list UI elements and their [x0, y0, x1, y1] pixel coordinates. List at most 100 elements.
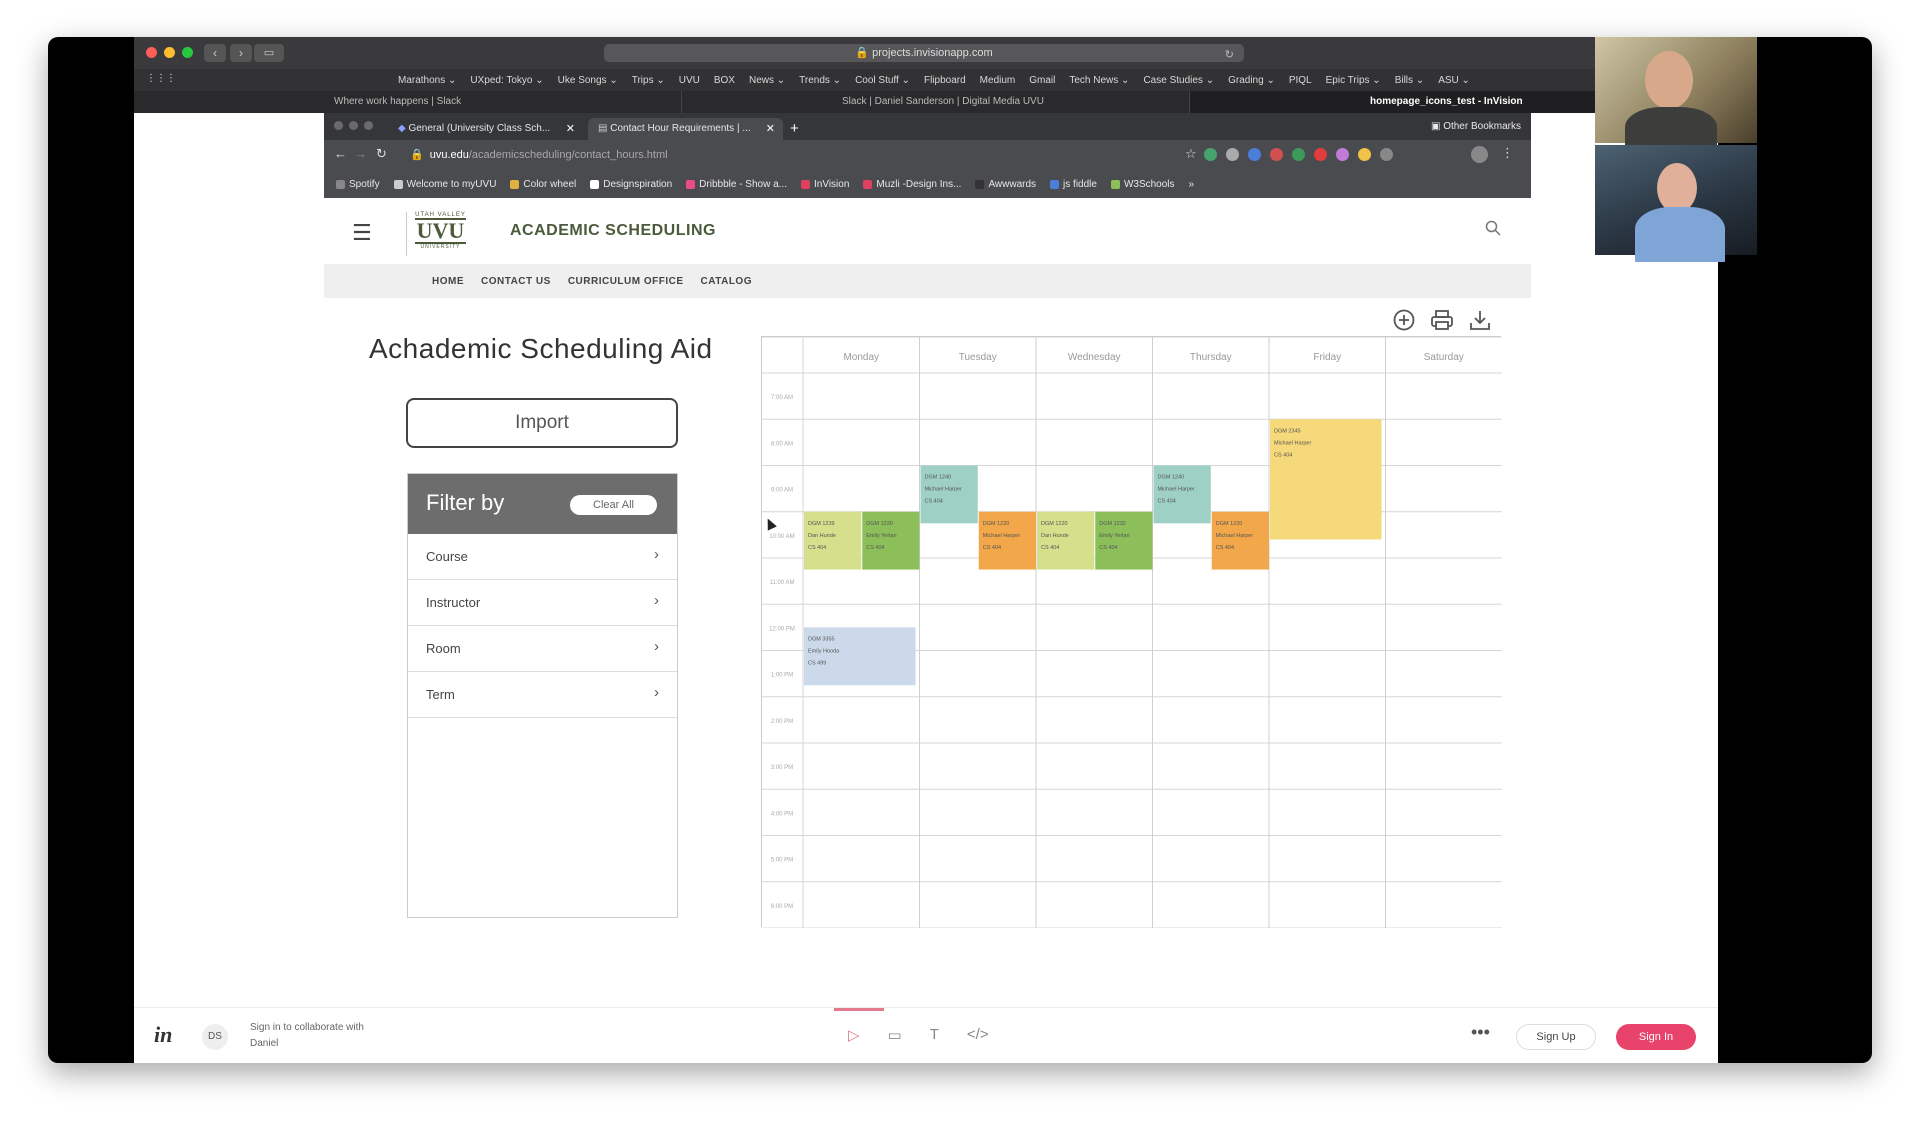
bookmark-item[interactable]: Welcome to myUVU — [393, 178, 497, 190]
search-icon[interactable] — [1485, 220, 1501, 236]
code-icon[interactable]: </> — [967, 1026, 989, 1044]
extension-icon[interactable] — [1292, 148, 1305, 161]
outer-bookmarks-bar: ⋮⋮⋮ Marathons ⌄ UXped: Tokyo ⌄ Uke Songs ⌄… — [134, 69, 1718, 91]
outer-bookmark[interactable]: Cool Stuff ⌄ — [855, 75, 910, 86]
back-icon[interactable]: ‹ — [204, 44, 226, 62]
extension-icon[interactable] — [1248, 148, 1261, 161]
bookmark-item[interactable]: Designspiration — [590, 179, 672, 190]
browser-menu-icon[interactable]: ⋮ — [1501, 145, 1514, 161]
outer-bookmark[interactable]: Medium — [980, 75, 1016, 86]
sign-up-button[interactable]: Sign Up — [1516, 1024, 1596, 1050]
inner-close-icon[interactable] — [334, 121, 343, 130]
bookmark-item[interactable]: Color wheel — [510, 179, 576, 190]
filter-row-instructor[interactable]: Instructor › — [408, 580, 677, 626]
import-button[interactable]: Import — [406, 398, 678, 448]
new-tab-icon[interactable]: + — [790, 118, 799, 140]
print-icon[interactable] — [1430, 308, 1454, 332]
outer-bookmark[interactable]: Trips ⌄ — [632, 75, 665, 86]
apps-grid-icon[interactable]: ⋮⋮⋮ — [146, 73, 176, 84]
close-tab-icon[interactable]: ✕ — [566, 118, 575, 140]
active-indicator — [834, 1008, 884, 1011]
uvu-logo[interactable]: UTAH VALLEY UVU UNIVERSITY — [406, 212, 466, 256]
address-bar[interactable]: 🔒 uvu.edu/academicscheduling/contact_hour… — [410, 145, 1170, 165]
outer-bookmark[interactable]: Flipboard — [924, 75, 966, 86]
site-title[interactable]: ACADEMIC SCHEDULING — [510, 222, 716, 240]
bookmark-item[interactable]: W3Schools — [1110, 179, 1175, 190]
extension-icon[interactable] — [1270, 148, 1283, 161]
nav-home[interactable]: HOME — [432, 276, 464, 287]
outer-tab-slack-dm[interactable]: Slack | Daniel Sanderson | Digital Media… — [682, 91, 1190, 113]
inner-min-icon[interactable] — [349, 121, 358, 130]
outer-bookmark[interactable]: BOX — [714, 75, 735, 86]
filter-row-room[interactable]: Room › — [408, 626, 677, 672]
tab-general[interactable]: ◆ General (University Class Sch... ✕ — [388, 118, 583, 140]
bookmark-item[interactable]: Dribbble - Show a... — [686, 179, 787, 190]
filter-row-term[interactable]: Term › — [408, 672, 677, 718]
add-circle-icon[interactable] — [1392, 308, 1416, 332]
extension-icon[interactable] — [1226, 148, 1239, 161]
text-tool-icon[interactable]: T — [930, 1026, 939, 1044]
outer-bookmark[interactable]: Case Studies ⌄ — [1143, 75, 1214, 86]
outer-bookmark[interactable]: Tech News ⌄ — [1069, 75, 1129, 86]
outer-bookmark[interactable]: News ⌄ — [749, 75, 785, 86]
outer-tab-slack[interactable]: Where work happens | Slack — [134, 91, 682, 113]
outer-bookmark[interactable]: UVU — [679, 75, 700, 86]
more-options-icon[interactable]: ••• — [1471, 1022, 1490, 1043]
bookmark-item[interactable]: Awwwards — [975, 179, 1036, 190]
bookmark-item[interactable]: js fiddle — [1050, 179, 1097, 190]
sign-in-button[interactable]: Sign In — [1616, 1024, 1696, 1050]
preview-play-icon[interactable]: ▷ — [848, 1026, 860, 1044]
nav-catalog[interactable]: CATALOG — [701, 276, 752, 287]
outer-bookmark[interactable]: Marathons ⌄ — [398, 75, 456, 86]
reload-icon[interactable]: ↻ — [1225, 46, 1234, 64]
user-avatar[interactable]: DS — [202, 1024, 228, 1050]
hamburger-menu-icon[interactable]: ☰ — [352, 220, 372, 246]
nav-contact-us[interactable]: CONTACT US — [481, 276, 551, 287]
bookmark-star-icon[interactable]: ☆ — [1185, 146, 1197, 162]
forward-arrow-icon[interactable]: → — [354, 146, 367, 161]
more-bookmarks-icon[interactable]: » — [1189, 179, 1195, 190]
extension-icon[interactable] — [1358, 148, 1371, 161]
download-icon[interactable] — [1468, 308, 1492, 332]
sidebar-toggle-icon[interactable]: ▭ — [254, 44, 284, 62]
close-tab-icon[interactable]: ✕ — [766, 118, 775, 140]
outer-bookmark[interactable]: Uke Songs ⌄ — [558, 75, 618, 86]
other-bookmarks[interactable]: ▣ Other Bookmarks — [1431, 121, 1521, 132]
extension-icon[interactable] — [1380, 148, 1393, 161]
forward-icon[interactable]: › — [230, 44, 252, 62]
inner-max-icon[interactable] — [364, 121, 373, 130]
filter-row-course[interactable]: Course › — [408, 534, 677, 580]
bookmark-item[interactable]: Muzli -Design Ins... — [863, 179, 961, 190]
reload-icon[interactable]: ↻ — [376, 146, 387, 162]
tab-contact-hours[interactable]: ▤ Contact Hour Requirements | ... ✕ — [588, 118, 783, 140]
outer-bookmark[interactable]: Grading ⌄ — [1228, 75, 1275, 86]
time-label: 11:00 AM — [770, 580, 795, 586]
bookmark-item[interactable]: InVision — [801, 179, 849, 190]
invision-logo[interactable]: in — [154, 1022, 172, 1048]
outer-bookmark[interactable]: Bills ⌄ — [1395, 75, 1425, 86]
extension-icon[interactable] — [1336, 148, 1349, 161]
class-event-text: Michael Harper — [925, 487, 962, 493]
bookmark-label: Welcome to myUVU — [406, 178, 497, 190]
nav-curriculum-office[interactable]: CURRICULUM OFFICE — [568, 276, 684, 287]
maximize-window-icon[interactable] — [182, 47, 193, 58]
outer-bookmark[interactable]: Trends ⌄ — [799, 75, 841, 86]
class-event-block[interactable] — [1270, 419, 1382, 540]
outer-bookmark[interactable]: Gmail — [1029, 75, 1055, 86]
outer-bookmark[interactable]: PIQL — [1289, 75, 1312, 86]
outer-bookmark[interactable]: ASU ⌄ — [1438, 75, 1470, 86]
extension-icon[interactable] — [1314, 148, 1327, 161]
profile-avatar[interactable] — [1471, 146, 1488, 163]
outer-address-bar[interactable]: 🔒 projects.invisionapp.com ↻ — [604, 44, 1244, 62]
close-window-icon[interactable] — [146, 47, 157, 58]
clear-all-button[interactable]: Clear All — [570, 495, 657, 515]
outer-bookmark[interactable]: UXped: Tokyo ⌄ — [470, 75, 543, 86]
comment-icon[interactable]: ▭ — [888, 1026, 902, 1044]
bookmark-item[interactable]: Spotify — [336, 179, 380, 190]
filter-panel: Filter by Clear All Course › Instructor › … — [407, 473, 678, 918]
extension-icon[interactable] — [1204, 148, 1217, 161]
outer-bookmark[interactable]: Epic Trips ⌄ — [1326, 75, 1381, 86]
back-arrow-icon[interactable]: ← — [334, 146, 347, 161]
minimize-window-icon[interactable] — [164, 47, 175, 58]
schedule-calendar: Monday Tuesday Wednesday Thursday Friday Satu… — [761, 336, 1502, 928]
